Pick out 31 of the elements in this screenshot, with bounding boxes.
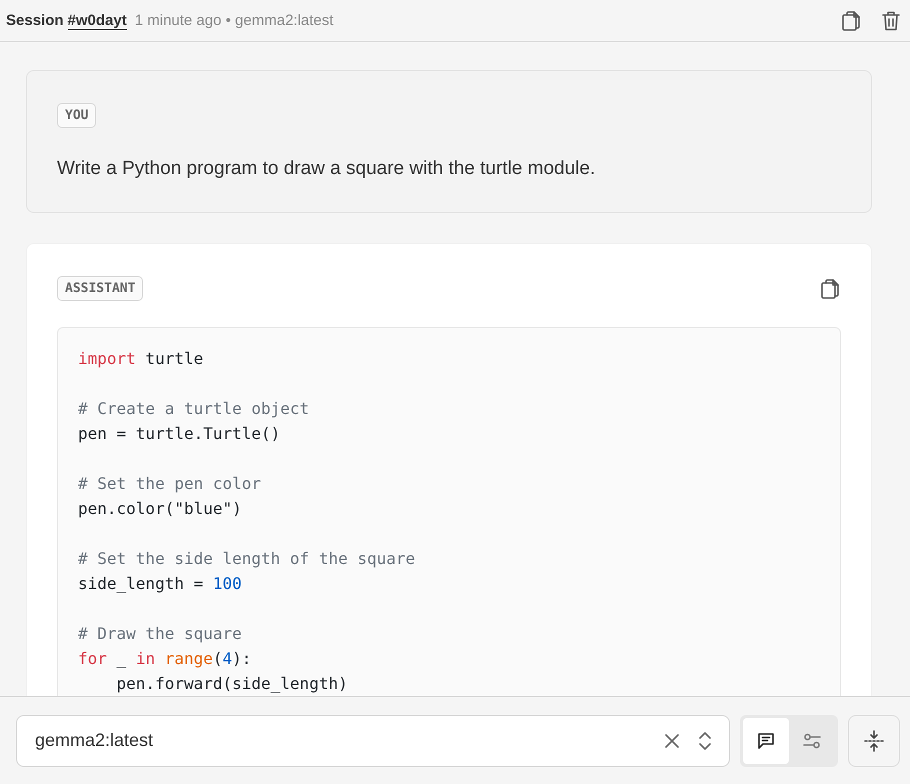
code-line: # Set the pen color	[78, 473, 262, 495]
copy-button[interactable]	[819, 276, 841, 300]
code-line: # Set the side length of the square	[78, 548, 416, 570]
chat-icon	[757, 732, 775, 750]
copy-icon	[821, 278, 839, 298]
chevrons-icon	[699, 732, 711, 750]
code-line: # Draw the square	[78, 623, 242, 645]
code-line: for _ in range(4):	[78, 648, 252, 670]
message-text: Write a Python program to draw a square with the turtle module.	[57, 158, 596, 180]
session-label: Session	[6, 12, 64, 28]
code-line: pen.color("blue")	[78, 498, 242, 520]
model-input[interactable]: gemma2:latest	[33, 729, 651, 752]
code-line: import turtle	[78, 348, 204, 370]
copy-icon	[842, 10, 860, 30]
model-select-field[interactable]: gemma2:latest	[16, 714, 730, 766]
code-line: # Create a turtle object	[78, 398, 310, 420]
chat-mode-button[interactable]	[743, 718, 789, 764]
delete-button[interactable]	[880, 8, 902, 32]
expand-icon	[864, 730, 884, 752]
sliders-icon	[803, 732, 821, 748]
code-line: pen = turtle.Turtle()	[78, 423, 280, 445]
code-line: pen.forward(side_length)	[116, 673, 348, 695]
code-line: side_length = 100	[78, 573, 242, 595]
session-id-link[interactable]: #w0dayt	[68, 12, 127, 30]
role-label: ASSISTANT	[57, 276, 144, 301]
copy-button[interactable]	[840, 8, 862, 32]
close-icon	[665, 734, 679, 748]
session-meta: 1 minute ago • gemma2:latest	[134, 12, 334, 28]
role-label: YOU	[57, 103, 96, 128]
expand-button[interactable]	[848, 714, 900, 766]
trash-icon	[882, 10, 900, 30]
